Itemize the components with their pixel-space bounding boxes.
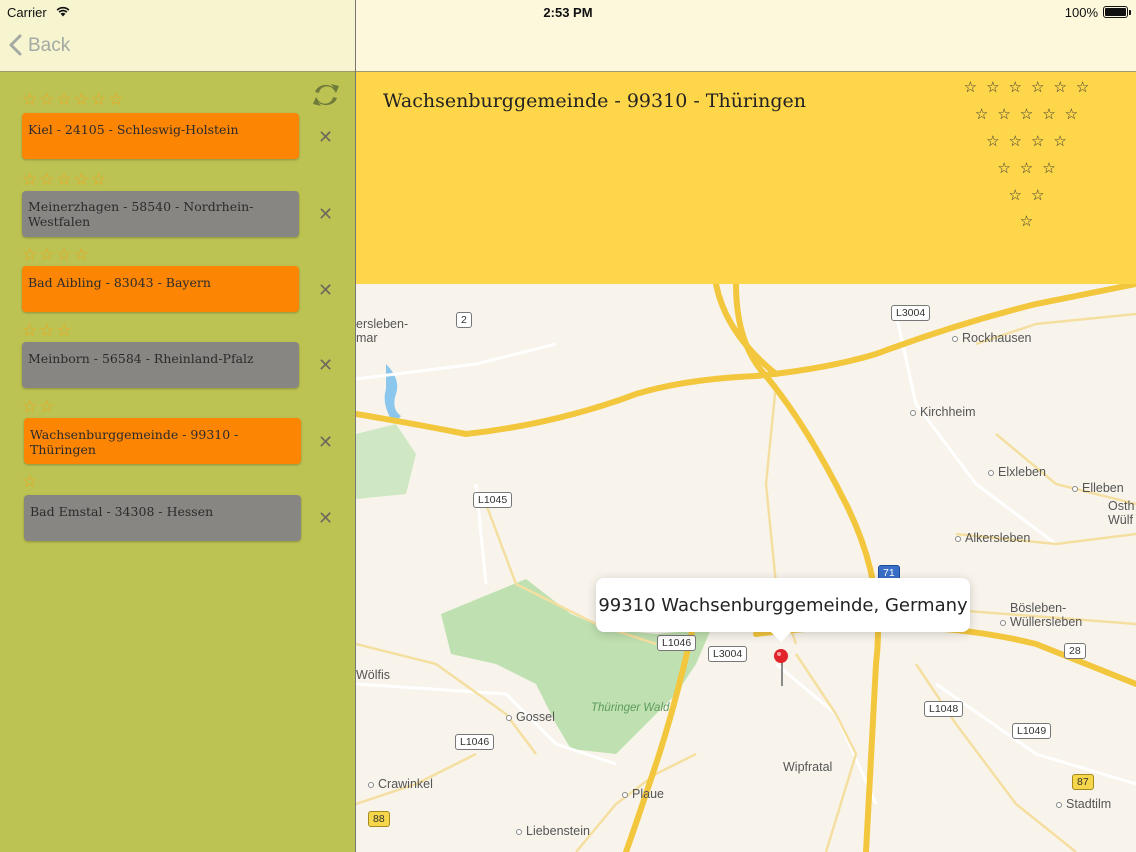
battery-percent: 100% <box>1064 5 1098 20</box>
map-place-elxleben: Elxleben <box>988 465 1046 479</box>
delete-icon[interactable]: ✕ <box>318 127 333 148</box>
road-shield: L1046 <box>455 734 495 750</box>
pyramid-row: ☆☆☆☆☆☆ <box>963 78 1099 96</box>
map-callout[interactable]: 99310 Wachsenburggemeinde, Germany <box>596 578 970 642</box>
road-shield: L1046 <box>657 635 697 651</box>
pyramid-row: ☆☆ <box>1008 186 1054 204</box>
entry-rating-stars: ☆☆☆☆☆☆ <box>22 90 126 110</box>
favorites-sidebar: ☆☆☆☆☆☆ Kiel - 24105 - Schleswig-Holstein… <box>0 72 355 852</box>
status-bar: Carrier 2:53 PM 100% <box>0 0 1136 72</box>
map-place-kirchheim: Kirchheim <box>910 405 976 419</box>
entry-rating-stars: ☆☆ <box>22 397 57 417</box>
map-place-thuringer-wald: Thüringer Wald <box>591 702 670 714</box>
map-place-alkersleben: Alkersleben <box>955 531 1030 545</box>
delete-icon[interactable]: ✕ <box>318 432 333 453</box>
entry-card-meinerzhagen[interactable]: Meinerzhagen - 58540 - Nordrhein-Westfal… <box>22 191 299 237</box>
entry-card-bad-aibling[interactable]: Bad Aibling - 83043 - Bayern <box>22 266 299 312</box>
pyramid-row: ☆☆☆☆ <box>986 132 1076 150</box>
delete-icon[interactable]: ✕ <box>318 355 333 376</box>
map-view[interactable]: ersleben- mar Rockhausen Kirchheim Elxle… <box>356 284 1136 852</box>
road-shield: L1045 <box>473 492 513 508</box>
map-place-label: ersleben- <box>356 317 409 331</box>
map-place-liebenstein: Liebenstein <box>516 824 590 838</box>
road-shield: 88 <box>368 811 390 827</box>
map-place-elleben: Elleben <box>1072 481 1124 495</box>
road-shield: 28 <box>1064 643 1086 659</box>
entry-card-wachsenburggemeinde[interactable]: Wachsenburggemeinde - 99310 - Thüringen <box>24 418 301 464</box>
map-place-wipfratal: Wipfratal <box>783 760 833 774</box>
delete-icon[interactable]: ✕ <box>318 280 333 301</box>
back-button[interactable]: Back <box>8 34 70 57</box>
entry-rating-stars: ☆ <box>22 472 40 492</box>
road-shield: 2 <box>456 312 472 328</box>
road-shield: L3004 <box>891 305 931 321</box>
chevron-left-icon <box>8 34 22 57</box>
clock: 2:53 PM <box>543 5 593 20</box>
rating-pyramid: ☆☆☆☆☆☆ ☆☆☆☆☆ ☆☆☆☆ ☆☆☆ ☆☆ ☆ <box>946 72 1116 242</box>
detail-header: Wachsenburggemeinde - 99310 - Thüringen … <box>356 72 1136 284</box>
detail-title: Wachsenburggemeinde - 99310 - Thüringen <box>383 90 806 112</box>
map-place-plaue: Plaue <box>622 787 664 801</box>
battery-icon <box>1103 6 1131 18</box>
pyramid-row: ☆☆☆ <box>997 159 1065 177</box>
entry-card-meinborn[interactable]: Meinborn - 56584 - Rheinland-Pfalz <box>22 342 299 388</box>
map-place-label: Osth <box>1108 499 1135 513</box>
entry-card-kiel[interactable]: Kiel - 24105 - Schleswig-Holstein <box>22 113 299 159</box>
map-place-label: Bösleben- <box>1010 601 1067 615</box>
map-place-label: Wülf <box>1108 513 1133 527</box>
delete-icon[interactable]: ✕ <box>318 204 333 225</box>
entry-card-bad-emstal[interactable]: Bad Emstal - 34308 - Hessen <box>24 495 301 541</box>
map-place-gossel: Gossel <box>506 710 555 724</box>
map-place-label: mar <box>356 331 378 345</box>
back-label: Back <box>28 34 71 56</box>
map-place-stadtilm: Stadtilm <box>1056 797 1111 811</box>
map-place-rockhausen: Rockhausen <box>952 331 1032 345</box>
entry-rating-stars: ☆☆☆ <box>22 321 74 341</box>
map-place-crawinkel: Crawinkel <box>368 777 433 791</box>
map-place-label: Wölfis <box>356 668 391 682</box>
pyramid-row: ☆☆☆☆☆ <box>974 105 1088 123</box>
delete-icon[interactable]: ✕ <box>318 508 333 529</box>
map-place-wullersleben: Wüllersleben <box>1000 615 1082 629</box>
pyramid-row: ☆ <box>1019 212 1043 230</box>
map-base <box>356 284 1136 852</box>
road-shield: L3004 <box>708 646 748 662</box>
swap-icon[interactable] <box>311 80 341 110</box>
road-shield: L1048 <box>924 701 964 717</box>
entry-rating-stars: ☆☆☆☆ <box>22 245 91 265</box>
entry-rating-stars: ☆☆☆☆☆ <box>22 170 109 190</box>
road-shield: L1049 <box>1012 723 1052 739</box>
road-shield: 87 <box>1072 774 1094 790</box>
map-pin-icon[interactable] <box>773 648 789 688</box>
